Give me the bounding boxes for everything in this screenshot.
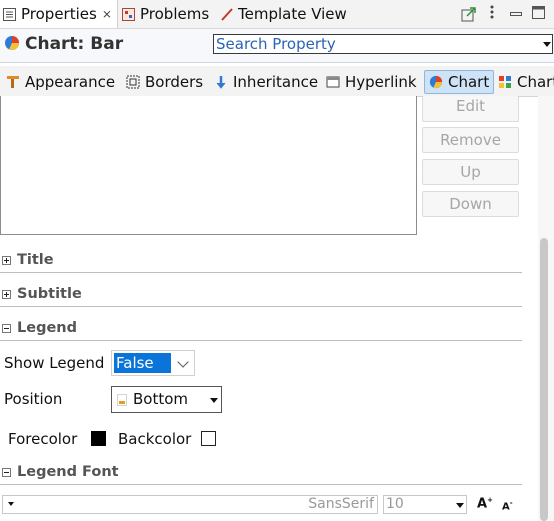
collapse-icon[interactable] bbox=[2, 323, 11, 333]
tab-label: Properties bbox=[21, 5, 97, 23]
scrollbar-thumb[interactable] bbox=[540, 238, 548, 521]
chevron-down-icon[interactable] bbox=[177, 356, 189, 368]
backcolor-label: Backcolor bbox=[118, 430, 192, 448]
borders-icon bbox=[126, 75, 140, 89]
font-family-value: SansSerif bbox=[308, 496, 374, 512]
series-list-box[interactable] bbox=[0, 96, 417, 235]
position-value: Bottom bbox=[133, 390, 189, 408]
properties-icon bbox=[3, 7, 16, 21]
tab-inheritance[interactable]: Inheritance bbox=[214, 70, 318, 94]
chevron-down-icon[interactable] bbox=[543, 42, 551, 47]
tab-template-view[interactable]: Template View bbox=[220, 0, 347, 28]
show-legend-value: False bbox=[114, 353, 171, 373]
hyperlink-icon bbox=[326, 76, 340, 88]
tab-problems[interactable]: Problems bbox=[122, 0, 209, 28]
button-label: Edit bbox=[455, 96, 486, 115]
section-label: Title bbox=[17, 252, 54, 268]
expand-icon[interactable] bbox=[2, 289, 11, 299]
font-family-combo[interactable]: SansSerif bbox=[2, 495, 378, 514]
template-view-icon bbox=[221, 7, 233, 21]
section-label: Subtitle bbox=[17, 286, 82, 302]
up-button[interactable]: Up bbox=[422, 159, 519, 185]
chart-pie-icon bbox=[429, 75, 443, 89]
show-legend-combo[interactable]: False bbox=[111, 350, 195, 376]
search-input[interactable]: Search Property bbox=[216, 35, 336, 53]
section-label: Legend Font bbox=[17, 464, 119, 480]
tab-appearance[interactable]: Appearance bbox=[6, 70, 115, 94]
tab-label: Inheritance bbox=[233, 73, 319, 91]
category-tab-bar: Appearance Borders Inheritance Hyperlink… bbox=[0, 66, 554, 97]
tab-label: Chart bbox=[517, 73, 554, 91]
tab-hyperlink[interactable]: Hyperlink bbox=[326, 70, 417, 94]
position-bottom-icon bbox=[117, 394, 127, 406]
backcolor-swatch[interactable] bbox=[201, 431, 216, 446]
edit-button[interactable]: Edit bbox=[422, 96, 519, 122]
font-size-value: 10 bbox=[386, 496, 404, 512]
chevron-down-icon[interactable] bbox=[210, 398, 218, 403]
maximize-icon[interactable] bbox=[532, 6, 545, 19]
close-icon[interactable]: ⨯ bbox=[102, 7, 112, 21]
open-in-new-icon[interactable] bbox=[461, 6, 477, 22]
button-label: Remove bbox=[440, 131, 501, 149]
tab-label: Hyperlink bbox=[345, 73, 417, 91]
chart-grid-icon bbox=[499, 76, 511, 88]
minimize-icon[interactable] bbox=[510, 12, 522, 16]
tab-label: Borders bbox=[145, 73, 204, 91]
show-legend-label: Show Legend bbox=[4, 354, 105, 372]
down-button[interactable]: Down bbox=[422, 191, 519, 217]
forecolor-swatch[interactable] bbox=[91, 431, 106, 446]
page-title: Chart: Bar bbox=[25, 34, 124, 54]
button-label: Down bbox=[449, 195, 492, 213]
section-subtitle[interactable]: Subtitle bbox=[0, 282, 522, 307]
section-title[interactable]: Title bbox=[0, 248, 522, 273]
forecolor-label: Forecolor bbox=[8, 430, 78, 448]
chevron-down-icon[interactable] bbox=[8, 502, 14, 506]
section-legend[interactable]: Legend bbox=[0, 316, 522, 341]
tab-label: Appearance bbox=[25, 73, 116, 91]
tab-label: Problems bbox=[140, 5, 210, 23]
search-property-combo[interactable]: Search Property bbox=[213, 34, 553, 54]
chevron-down-icon[interactable] bbox=[456, 503, 464, 508]
position-combo[interactable]: Bottom bbox=[111, 386, 222, 413]
section-label: Legend bbox=[17, 320, 77, 336]
tab-label: Chart bbox=[448, 73, 490, 91]
inheritance-icon bbox=[216, 76, 226, 89]
appearance-icon bbox=[7, 76, 19, 88]
decrease-font-icon: A bbox=[502, 501, 510, 513]
tab-properties[interactable]: Properties ⨯ bbox=[0, 0, 118, 28]
increase-font-icon: A bbox=[477, 496, 488, 512]
view-menu-icon[interactable] bbox=[486, 4, 498, 20]
view-tab-bar: Properties ⨯ Problems Template View bbox=[0, 0, 554, 29]
tab-borders[interactable]: Borders bbox=[126, 70, 203, 94]
tab-chart[interactable]: Chart bbox=[424, 70, 494, 94]
problems-icon bbox=[122, 7, 135, 21]
decrease-font-button[interactable]: A- bbox=[502, 499, 513, 512]
chart-pie-icon bbox=[5, 36, 19, 50]
section-legend-font[interactable]: Legend Font bbox=[0, 460, 522, 485]
button-label: Up bbox=[460, 163, 481, 181]
tab-chart-2[interactable]: Chart bbox=[498, 70, 554, 94]
font-size-combo[interactable]: 10 bbox=[383, 495, 467, 514]
tab-label: Template View bbox=[238, 5, 347, 23]
collapse-icon[interactable] bbox=[2, 467, 11, 477]
remove-button[interactable]: Remove bbox=[422, 127, 519, 153]
expand-icon[interactable] bbox=[2, 255, 11, 265]
position-label: Position bbox=[4, 390, 63, 408]
increase-font-button[interactable]: A+ bbox=[477, 496, 493, 511]
